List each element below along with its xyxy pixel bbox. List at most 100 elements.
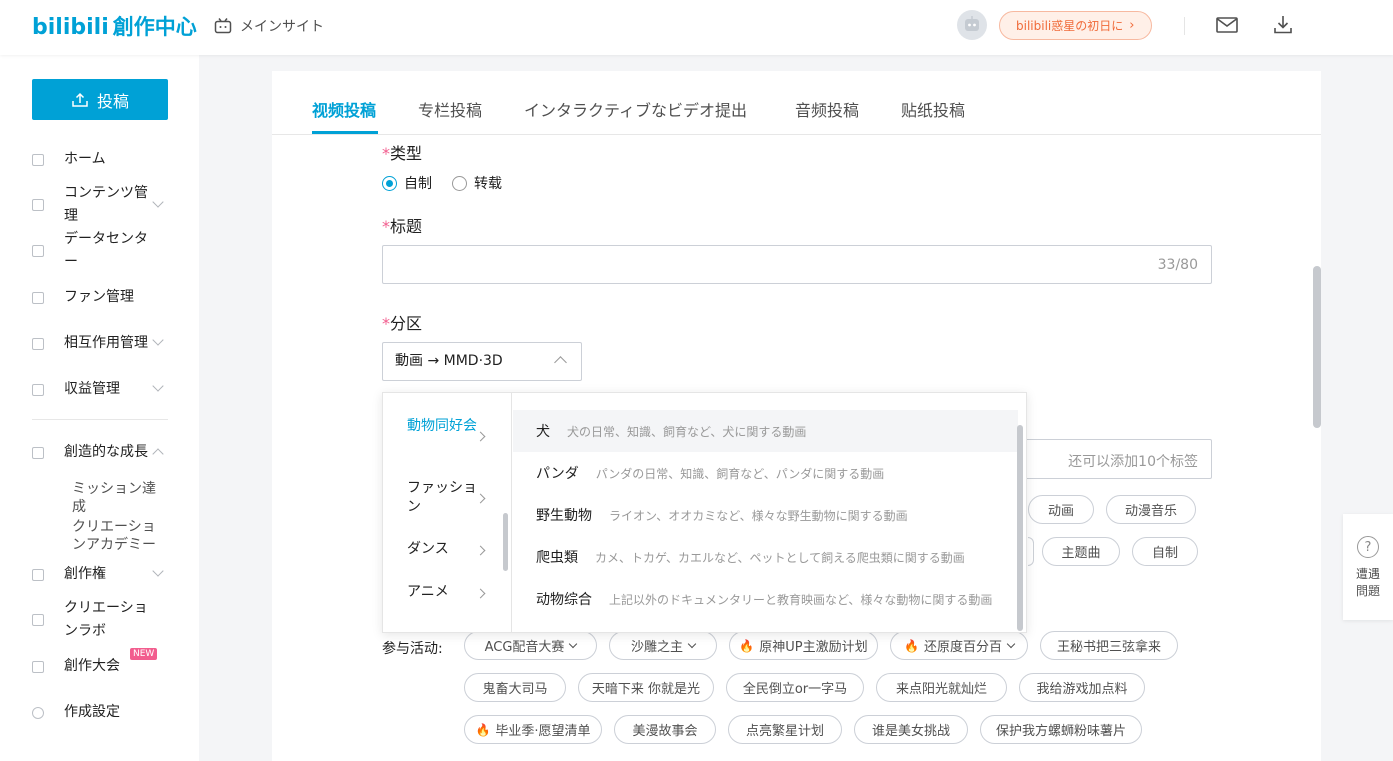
activity-chip-label: 原神UP主激励计划 [759, 640, 868, 655]
sidebar-item-lab[interactable]: クリエーションラボ [32, 597, 168, 643]
sidebar-item-label: 収益管理 [64, 381, 120, 397]
sidebar-item-home[interactable]: ホーム [32, 148, 168, 171]
logo-sub: 創作中心 [112, 15, 197, 39]
sidebar-item-label: 創造的な成長 [64, 444, 148, 460]
category-option-name: 爬虫類 [536, 550, 578, 566]
logo-main: bilibili [32, 15, 109, 40]
title-input[interactable]: 33/80 [382, 245, 1212, 284]
dropdown-scrollbar-right[interactable] [1017, 425, 1023, 631]
help-button[interactable]: ? 遭遇問題 [1343, 514, 1393, 620]
chevron-right-icon: › [1129, 18, 1135, 33]
tag-input-hint: 还可以添加10个标签 [1068, 454, 1198, 470]
top-header: bilibili 創作中心 メインサイト bilibili惑星の初日に › [0, 0, 1393, 55]
activity-chip[interactable]: 保护我方螺蛳粉味薯片 [980, 715, 1142, 744]
tab-video[interactable]: 视频投稿 [312, 97, 376, 121]
dropdown-scrollbar-left[interactable] [503, 513, 508, 571]
upload-label: 投稿 [96, 91, 129, 111]
activity-chip[interactable]: 谁是美女挑战 [854, 715, 968, 744]
activity-chip[interactable]: ACG配音大赛 [464, 631, 597, 660]
chevron-down-icon [152, 565, 164, 577]
data-icon [32, 245, 44, 257]
tab-audio[interactable]: 音频投稿 [795, 97, 859, 121]
upload-button[interactable]: 投稿 [32, 79, 168, 120]
activity-chip[interactable]: 我给游戏加点料 [1019, 673, 1145, 702]
radio-checked-icon [382, 175, 397, 191]
activity-chip[interactable]: 点亮繁星计划 [728, 715, 842, 744]
category-option-name: 犬 [536, 424, 550, 440]
chevron-down-icon [687, 639, 697, 648]
bilibili-creator-logo[interactable]: bilibili 創作中心 [32, 11, 197, 41]
activity-chip[interactable]: 沙雕之主 [609, 631, 717, 660]
activity-chip[interactable]: 来点阳光就灿烂 [876, 673, 1007, 702]
title-label: *标题 [382, 213, 422, 237]
category-option-wildlife[interactable]: 野生動物 ライオン、オオカミなど、様々な野生動物に関する動画 [513, 494, 1018, 536]
type-label: *类型 [382, 140, 422, 164]
category-option-reptiles[interactable]: 爬虫類 カメ、トカゲ、カエルなど、ペットとして飼える爬虫類に関する動画 [513, 536, 1018, 578]
category-parent-animals[interactable]: 動物同好会 [407, 417, 487, 436]
activity-chip[interactable]: 全民倒立or一字马 [726, 673, 864, 702]
activity-chip[interactable]: 鬼畜大司马 [464, 673, 566, 702]
sidebar-subitem-academy[interactable]: クリエーションアカデミー [72, 518, 164, 554]
activity-chip[interactable]: 美漫故事会 [614, 715, 716, 744]
sidebar-item-interaction[interactable]: 相互作用管理 [32, 332, 168, 355]
sidebar-item-content[interactable]: コンテンツ管理 [32, 182, 168, 228]
activity-chip[interactable]: 🔥 毕业季·愿望清单 [464, 715, 602, 744]
tab-sticker[interactable]: 贴纸投稿 [901, 97, 965, 121]
upload-icon [72, 92, 88, 107]
sidebar-item-label: データセンター [64, 231, 148, 270]
required-mark: * [382, 217, 390, 236]
avatar-robot-icon [965, 16, 979, 31]
home-icon [32, 154, 44, 166]
main-site-link[interactable]: メインサイト [214, 16, 324, 36]
activity-chip[interactable]: 🔥 原神UP主激励计划 [729, 631, 878, 660]
required-mark: * [382, 314, 390, 333]
category-parent-label: ファッション [407, 480, 477, 515]
mail-icon[interactable] [1215, 14, 1239, 36]
tv-icon [214, 18, 232, 34]
sidebar-item-rights[interactable]: 創作権 [32, 563, 168, 586]
chevron-down-icon [152, 380, 164, 392]
tag-chip[interactable]: 主题曲 [1042, 537, 1120, 566]
sidebar-item-data-center[interactable]: データセンター [32, 228, 168, 274]
help-question-icon: ? [1357, 536, 1379, 558]
tab-interactive-video[interactable]: インタラクティブなビデオ提出 [524, 97, 747, 121]
sidebar-item-label: ホーム [64, 151, 106, 167]
chevron-up-icon [554, 356, 567, 369]
flame-icon: 🔥 [739, 638, 755, 653]
category-option-dog[interactable]: 犬 犬の日常、知識、飼育など、犬に関する動画 [513, 410, 1018, 452]
sidebar-item-contest[interactable]: 創作大会 NEW [32, 648, 168, 678]
promo-banner-button[interactable]: bilibili惑星の初日に › [999, 11, 1152, 40]
growth-icon [32, 447, 44, 459]
type-radio-original[interactable]: 自制 [382, 173, 432, 193]
tag-chip[interactable]: 动漫音乐 [1106, 495, 1196, 524]
sidebar-item-fans[interactable]: ファン管理 [32, 286, 168, 309]
category-select[interactable]: 動画 → MMD·3D [382, 342, 582, 381]
flame-icon: 🔥 [475, 722, 491, 737]
category-label-text: 分区 [390, 314, 423, 333]
avatar[interactable] [957, 10, 987, 40]
sidebar-item-label: 相互作用管理 [64, 335, 148, 351]
download-icon[interactable] [1271, 14, 1295, 36]
chevron-down-icon [569, 639, 578, 648]
category-option-name: 动物综合 [536, 592, 592, 608]
sidebar-subitem-missions[interactable]: ミッション達成 [72, 480, 164, 516]
sidebar-item-revenue[interactable]: 収益管理 [32, 378, 168, 401]
category-option-animal-general[interactable]: 动物综合 上記以外のドキュメンタリーと教育映画など、様々な動物に関する動画 [513, 578, 1018, 620]
tag-chip[interactable]: 自制 [1132, 537, 1198, 566]
help-label: 遭遇問題 [1355, 567, 1380, 598]
activity-chip[interactable]: 王秘书把三弦拿来 [1040, 631, 1178, 660]
category-dropdown: 動物同好会 ファッション ダンス アニメ 犬 犬の日常、知識、飼育など、犬に関す… [382, 392, 1027, 633]
activity-chip[interactable]: 天暗下来 你就是光 [578, 673, 714, 702]
chevron-down-icon [152, 196, 164, 208]
sidebar-item-settings[interactable]: 作成設定 [32, 701, 168, 724]
activity-chip-label: 沙雕之主 [630, 640, 683, 655]
activity-chip[interactable]: 🔥 还原度百分百 [890, 631, 1028, 660]
tab-article[interactable]: 专栏投稿 [418, 97, 482, 121]
tag-chip[interactable]: 动画 [1028, 495, 1094, 524]
type-radio-repost[interactable]: 转载 [452, 173, 502, 193]
category-option-panda[interactable]: パンダ パンダの日常、知識、飼育など、パンダに関する動画 [513, 452, 1018, 494]
sidebar-item-growth[interactable]: 創造的な成長 [32, 441, 168, 464]
sidebar: 投稿 ホーム コンテンツ管理 データセンター ファン管理 相互作用管理 収益管理… [0, 55, 199, 761]
page-scrollbar[interactable] [1313, 266, 1321, 428]
category-option-desc: カメ、トカゲ、カエルなど、ペットとして飼える爬虫類に関する動画 [595, 550, 965, 565]
